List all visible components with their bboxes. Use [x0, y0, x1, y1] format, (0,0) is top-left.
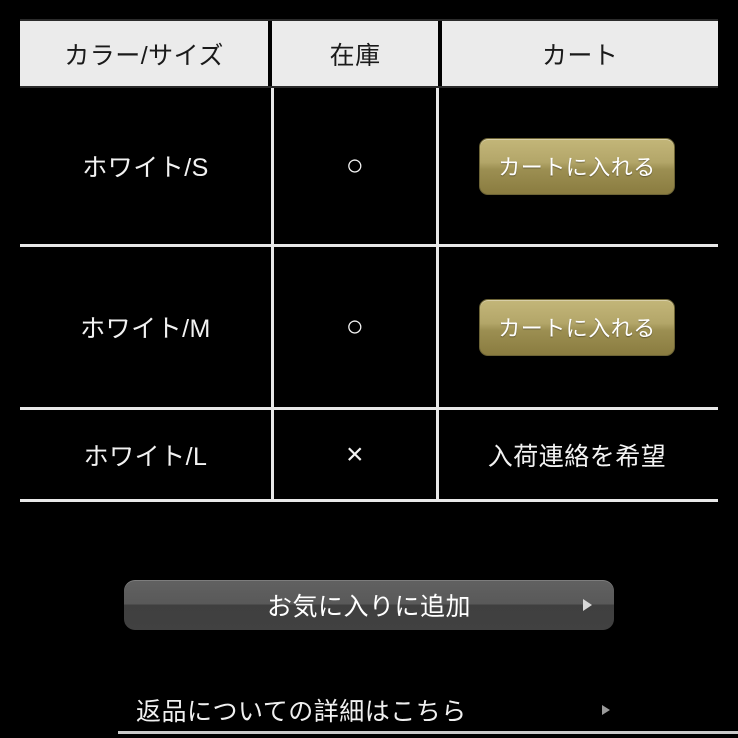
return-policy-label: 返品についての詳細はこちら: [136, 698, 467, 726]
table-body: ホワイト/S ○ カートに入れる ホワイト/M ○ カートに入れる ホワイト/L…: [20, 88, 718, 502]
stock-unavailable-icon: ×: [345, 437, 365, 471]
bottom-divider: [118, 731, 738, 734]
restock-notify-link[interactable]: 入荷連絡を希望: [488, 437, 667, 473]
add-to-cart-button[interactable]: カートに入れる: [479, 137, 675, 195]
triangle-right-icon: [583, 599, 592, 611]
stock-cell: ×: [271, 410, 439, 499]
stock-available-icon: ○: [345, 310, 365, 343]
table-row: ホワイト/M ○ カートに入れる: [20, 247, 718, 410]
table-row: ホワイト/S ○ カートに入れる: [20, 88, 718, 247]
column-header-stock: 在庫: [272, 21, 439, 86]
cart-cell: カートに入れる: [439, 247, 715, 407]
stock-cell: ○: [271, 247, 439, 407]
table-header-row: カラー/サイズ 在庫 カート: [20, 19, 718, 88]
variant-table: カラー/サイズ 在庫 カート ホワイト/S ○ カートに入れる ホワイト/M ○…: [20, 19, 718, 502]
variant-name-cell: ホワイト/L: [83, 442, 208, 471]
column-header-color-size: カラー/サイズ: [20, 21, 269, 86]
cart-cell: 入荷連絡を希望: [439, 410, 715, 499]
table-row: ホワイト/L × 入荷連絡を希望: [20, 410, 718, 502]
variant-name-cell: ホワイト/M: [80, 315, 211, 343]
variant-name-cell: ホワイト/S: [82, 154, 209, 182]
add-to-favorites-button[interactable]: お気に入りに追加: [124, 580, 614, 630]
stock-cell: ○: [271, 88, 439, 244]
add-to-favorites-label: お気に入りに追加: [266, 593, 471, 621]
return-policy-link[interactable]: 返品についての詳細はこちら: [118, 688, 628, 732]
cart-cell: カートに入れる: [439, 88, 715, 244]
stock-available-icon: ○: [345, 149, 365, 182]
product-variant-screen: カラー/サイズ 在庫 カート ホワイト/S ○ カートに入れる ホワイト/M ○…: [0, 0, 738, 738]
column-header-cart: カート: [442, 21, 718, 86]
triangle-right-icon: [602, 705, 610, 715]
add-to-cart-button[interactable]: カートに入れる: [479, 298, 675, 356]
